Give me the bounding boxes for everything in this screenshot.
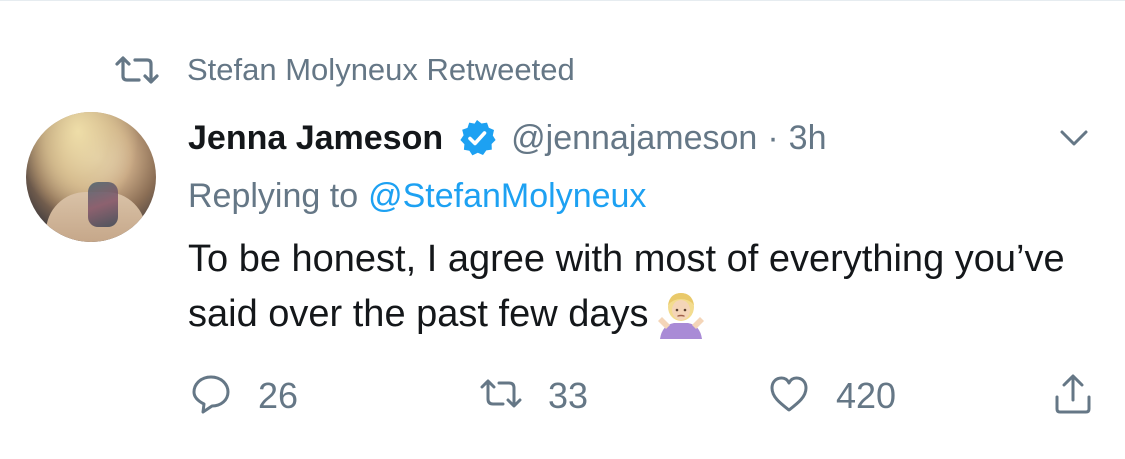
separator-dot: ·	[767, 118, 779, 157]
tweet-timestamp[interactable]: 3h	[789, 119, 827, 158]
chevron-down-icon[interactable]	[1056, 120, 1092, 156]
tweet-text: To be honest, I agree with most of every…	[188, 238, 1065, 335]
retweet-action[interactable]: 33	[480, 368, 588, 424]
replying-to: Replying to @StefanMolyneux	[188, 170, 646, 222]
top-divider	[0, 0, 1125, 1]
reply-icon	[190, 373, 232, 420]
reply-action[interactable]: 26	[190, 368, 298, 424]
woman-shrugging-emoji	[656, 291, 706, 341]
share-action[interactable]	[1052, 368, 1094, 424]
user-handle[interactable]: @jennajameson	[511, 119, 757, 158]
share-icon	[1052, 373, 1094, 420]
retweet-count: 33	[548, 375, 589, 416]
tweet-body: To be honest, I agree with most of every…	[188, 232, 1088, 342]
replying-to-label: Replying to	[188, 176, 359, 215]
verified-badge-icon	[457, 118, 497, 158]
retweet-context: Stefan Molyneux Retweeted	[115, 50, 575, 90]
avatar[interactable]	[26, 112, 156, 242]
reply-count: 26	[258, 375, 299, 416]
retweet-icon	[480, 373, 522, 420]
heart-icon	[768, 373, 810, 420]
reply-to-link[interactable]: @StefanMolyneux	[368, 177, 646, 216]
like-action[interactable]: 420	[768, 368, 896, 424]
display-name[interactable]: Jenna Jameson	[188, 119, 443, 158]
tweet-actions: 26 33 420	[0, 368, 1125, 424]
avatar-tattoo	[88, 182, 118, 227]
retweet-icon	[115, 56, 159, 84]
like-count: 420	[836, 375, 897, 416]
tweet-header: Jenna Jameson @jennajameson · 3h	[188, 110, 827, 166]
retweeted-by-label[interactable]: Stefan Molyneux Retweeted	[187, 52, 575, 88]
